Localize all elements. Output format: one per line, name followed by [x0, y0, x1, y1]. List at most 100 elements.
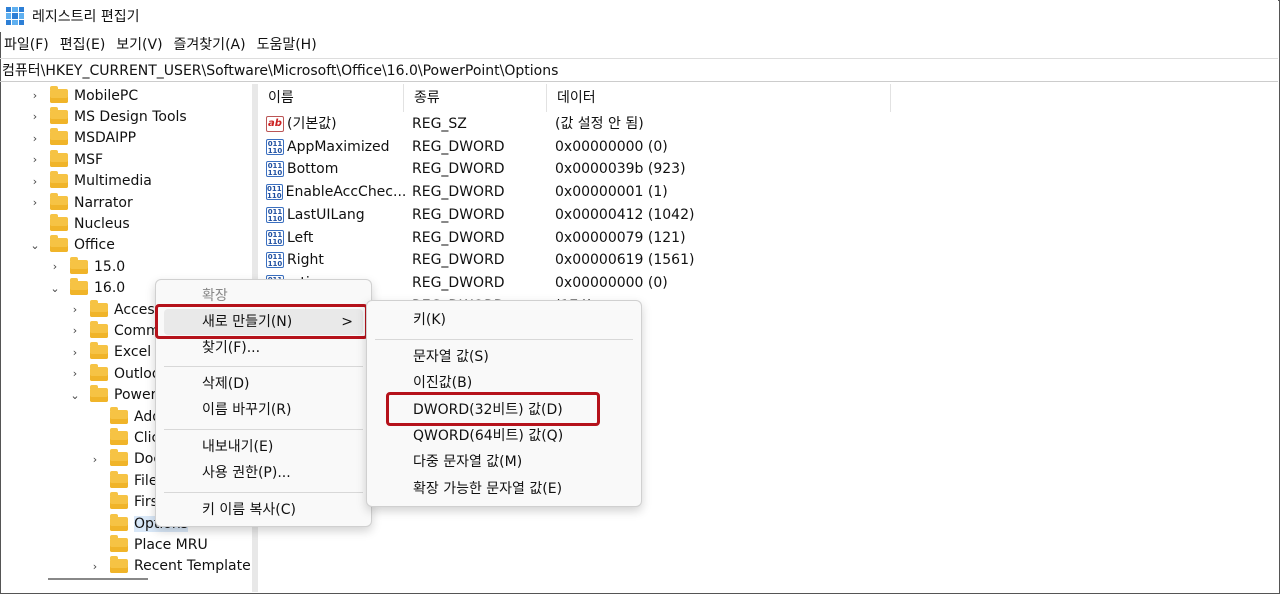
tree-item[interactable]: › Narrator	[28, 192, 133, 213]
table-row[interactable]: 011 110 EnableAccChec... REG_DWORD 0x0000000…	[258, 181, 958, 203]
chevron-right-icon[interactable]: ›	[88, 452, 102, 466]
binary-value-icon: 011110	[266, 206, 284, 223]
submenu-item-key[interactable]: 키(K)	[375, 307, 633, 333]
chevron-right-icon[interactable]: ›	[48, 260, 62, 274]
title-bar: 레지스트리 편집기	[0, 0, 1278, 32]
menu-file[interactable]: 파일(F)	[0, 34, 56, 56]
binary-value-icon: 011110	[266, 184, 283, 201]
tree-item[interactable]: › MS Design Tools	[28, 106, 187, 127]
value-type: REG_DWORD	[412, 206, 505, 223]
chevron-right-icon[interactable]: ›	[28, 153, 42, 167]
value-name: LastUILang	[287, 206, 365, 223]
folder-icon	[110, 492, 128, 510]
tree-item-label: MSDAIPP	[74, 130, 137, 147]
highlight-new-item	[155, 304, 368, 339]
tree-item[interactable]: › Access	[68, 299, 162, 320]
submenu-item-multi-string-value[interactable]: 다중 문자열 값(M)	[375, 449, 633, 475]
value-data: 0x00000412 (1042)	[555, 206, 695, 223]
column-header-name[interactable]: 이름	[258, 84, 404, 112]
folder-icon	[50, 171, 68, 189]
tree-item-label: Nucleus	[74, 215, 130, 232]
value-type: REG_DWORD	[412, 161, 505, 178]
chevron-right-icon	[88, 410, 102, 424]
string-value-icon: ab	[266, 116, 284, 132]
folder-icon	[50, 192, 68, 210]
value-name-cell: 011 110 Right	[266, 249, 406, 271]
tree-item[interactable]: ⌄ Office	[28, 235, 115, 256]
table-row[interactable]: 011 110 LastUILang REG_DWORD 0x00000412 (104…	[258, 204, 958, 226]
window-title: 레지스트리 편집기	[32, 9, 140, 25]
folder-icon	[110, 513, 128, 531]
chevron-down-icon[interactable]: ⌄	[68, 388, 82, 402]
submenu-item-expandable-string-value[interactable]: 확장 가능한 문자열 값(E)	[375, 476, 633, 502]
tree-item[interactable]: › Multimedia	[28, 171, 152, 192]
chevron-right-icon	[88, 431, 102, 445]
folder-icon	[90, 320, 108, 338]
chevron-right-icon[interactable]: ›	[68, 345, 82, 359]
column-header-data[interactable]: 데이터	[547, 84, 891, 112]
tree-item-label: Multimedia	[74, 173, 152, 190]
chevron-right-icon[interactable]: ›	[28, 110, 42, 124]
value-type: REG_DWORD	[412, 138, 505, 155]
tree-item[interactable]: › MSDAIPP	[28, 128, 136, 149]
menu-item-export[interactable]: 내보내기(E)	[164, 434, 363, 460]
folder-icon	[110, 406, 128, 424]
tree-item[interactable]: › MSF	[28, 149, 103, 170]
table-row[interactable]: 011 110 Bottom REG_DWORD 0x0000039b (923)	[258, 158, 958, 180]
tree-item[interactable]: Place MRU	[88, 534, 208, 555]
chevron-right-icon[interactable]: ›	[88, 559, 102, 573]
tree-item[interactable]: Nucleus	[28, 213, 130, 234]
menu-edit[interactable]: 편집(E)	[56, 34, 113, 56]
regedit-app-icon	[6, 7, 24, 25]
table-row[interactable]: 011 110 Right REG_DWORD 0x00000619 (1561)	[258, 249, 958, 271]
chevron-down-icon[interactable]: ⌄	[28, 238, 42, 252]
tree-item[interactable]: › Excel	[68, 342, 151, 363]
menu-favorites[interactable]: 즐겨찾기(A)	[170, 34, 253, 56]
menu-view[interactable]: 보기(V)	[112, 34, 169, 56]
menu-separator	[164, 366, 363, 367]
binary-value-icon: 011110	[266, 252, 284, 269]
chevron-right-icon[interactable]: ›	[68, 303, 82, 317]
value-name: Bottom	[287, 161, 339, 178]
submenu-item-string-value[interactable]: 문자열 값(S)	[375, 344, 633, 370]
tree-item[interactable]: › 15.0	[48, 256, 125, 277]
value-data: (값 설정 안 됨)	[555, 116, 644, 132]
value-name: Left	[287, 229, 314, 246]
tree-item[interactable]: › Outlook	[68, 363, 169, 384]
value-type: REG_DWORD	[412, 184, 505, 201]
folder-icon	[110, 449, 128, 467]
value-type: REG_DWORD	[412, 229, 505, 246]
submenu-item-qword-value[interactable]: QWORD(64비트) 값(Q)	[375, 423, 633, 449]
table-row[interactable]: 011 110 Left REG_DWORD 0x00000079 (121)	[258, 227, 958, 249]
tree-horizontal-scrollbar[interactable]	[48, 578, 148, 580]
menu-item-delete[interactable]: 삭제(D)	[164, 371, 363, 397]
chevron-right-icon	[88, 538, 102, 552]
table-row[interactable]: ab (기본값) REG_SZ (값 설정 안 됨)	[258, 113, 958, 135]
tree-item[interactable]: › Recent Templates	[88, 556, 250, 577]
tree-item-label: Office	[74, 237, 115, 254]
tree-item-label: Recent Templates	[134, 558, 250, 575]
menu-item-rename[interactable]: 이름 바꾸기(R)	[164, 397, 363, 423]
value-name-cell: 011 110 Bottom	[266, 158, 406, 180]
chevron-down-icon[interactable]: ⌄	[48, 281, 62, 295]
table-row[interactable]: 011 110 AppMaximized REG_DWORD 0x00000000 (0…	[258, 136, 958, 158]
chevron-right-icon[interactable]: ›	[28, 89, 42, 103]
tree-item[interactable]: › MobilePC	[28, 85, 138, 106]
menu-item-copy-key-name[interactable]: 키 이름 복사(C)	[164, 497, 363, 523]
menu-item-permissions[interactable]: 사용 권한(P)...	[164, 460, 363, 486]
menu-help[interactable]: 도움말(H)	[253, 34, 324, 56]
value-type: REG_SZ	[412, 116, 467, 132]
chevron-right-icon[interactable]: ›	[68, 324, 82, 338]
value-data: 0x0000039b (923)	[555, 161, 686, 178]
column-header-type[interactable]: 종류	[404, 84, 547, 112]
folder-icon	[110, 470, 128, 488]
chevron-right-icon[interactable]: ›	[28, 131, 42, 145]
tree-item[interactable]: ⌄ 16.0	[48, 278, 125, 299]
chevron-right-icon[interactable]: ›	[28, 196, 42, 210]
menu-separator	[164, 492, 363, 493]
chevron-right-icon	[88, 474, 102, 488]
chevron-right-icon[interactable]: ›	[28, 174, 42, 188]
address-bar[interactable]: 컴퓨터\HKEY_CURRENT_USER\Software\Microsoft…	[0, 58, 1278, 82]
value-name: (기본값)	[287, 116, 337, 132]
chevron-right-icon[interactable]: ›	[68, 367, 82, 381]
